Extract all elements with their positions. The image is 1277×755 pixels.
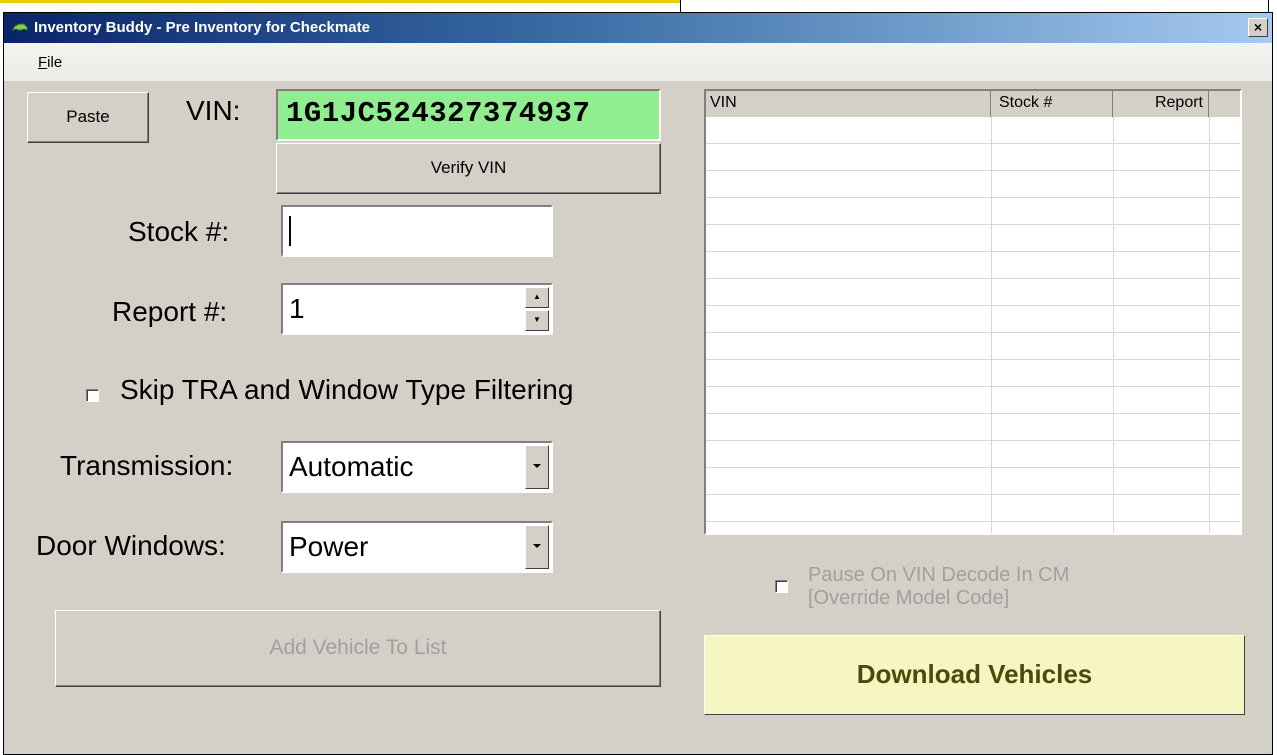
report-spinner: ▲ ▼: [525, 287, 549, 331]
menu-bar: File: [4, 43, 1272, 81]
door-windows-label: Door Windows:: [36, 530, 226, 561]
skip-filter-label[interactable]: Skip TRA and Window Type Filtering: [120, 374, 573, 406]
transmission-value: Automatic: [289, 451, 414, 482]
column-header-vin[interactable]: VIN: [706, 91, 991, 117]
menu-file-rest: ile: [47, 54, 63, 71]
pause-decode-line2: [Override Model Code]: [808, 587, 1010, 609]
door-windows-value: Power: [289, 531, 369, 562]
pause-decode-line1: Pause On VIN Decode In CM: [808, 564, 1070, 586]
menu-file-accel: F: [38, 54, 48, 71]
vin-input[interactable]: 1G1JC524327374937: [276, 89, 661, 141]
column-divider: [991, 117, 992, 533]
door-windows-select[interactable]: Power: [281, 521, 553, 573]
top-divider: [1268, 0, 1269, 12]
text-caret: [289, 216, 291, 246]
verify-vin-button[interactable]: Verify VIN: [276, 143, 661, 194]
report-label: Report #:: [112, 296, 228, 327]
menu-file[interactable]: File: [38, 54, 62, 71]
window-title: Inventory Buddy - Pre Inventory for Chec…: [34, 19, 370, 36]
skip-filter-checkbox[interactable]: [86, 389, 99, 402]
download-vehicles-button[interactable]: Download Vehicles: [704, 635, 1245, 715]
transmission-label: Transmission:: [60, 450, 234, 481]
transmission-select[interactable]: Automatic: [281, 441, 553, 493]
pause-decode-label[interactable]: Pause On VIN Decode In CM [Override Mode…: [808, 564, 1069, 610]
title-bar[interactable]: Inventory Buddy - Pre Inventory for Chec…: [4, 13, 1272, 43]
car-app-icon: [12, 23, 28, 33]
column-header-stock[interactable]: Stock #: [991, 91, 1113, 117]
pause-decode-checkbox[interactable]: [775, 580, 788, 593]
stock-label: Stock #:: [128, 216, 230, 247]
vehicle-list[interactable]: VIN Stock # Report: [704, 89, 1242, 535]
column-header-report[interactable]: Report: [1113, 91, 1209, 117]
close-button[interactable]: ×: [1248, 18, 1268, 37]
vehicle-list-header: VIN Stock # Report: [706, 91, 1240, 117]
paste-button[interactable]: Paste: [27, 92, 149, 143]
top-strip: [0, 0, 1277, 12]
vehicle-list-body: [706, 117, 1240, 533]
chevron-down-icon[interactable]: [525, 445, 549, 489]
chevron-down-icon[interactable]: [525, 525, 549, 569]
column-divider: [1113, 117, 1114, 533]
stock-input[interactable]: [281, 205, 553, 257]
add-vehicle-button[interactable]: Add Vehicle To List: [55, 610, 661, 687]
spin-down-icon[interactable]: ▼: [525, 310, 549, 331]
top-divider: [680, 0, 681, 12]
column-divider: [1209, 117, 1210, 533]
report-stepper[interactable]: 1 ▲ ▼: [281, 283, 553, 335]
spin-up-icon[interactable]: ▲: [525, 287, 549, 308]
vin-label: VIN:: [186, 95, 241, 126]
report-value: 1: [289, 293, 305, 324]
top-yellow-bar: [0, 0, 680, 3]
